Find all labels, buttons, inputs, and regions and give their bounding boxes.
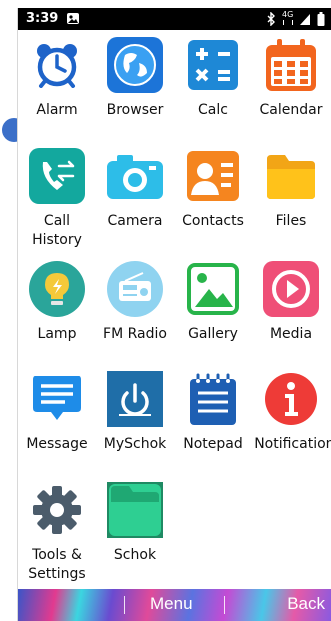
app-label: Call History: [32, 213, 82, 248]
notepad-icon: [185, 371, 241, 427]
app-label: Media: [269, 326, 313, 342]
app-label: Calendar: [259, 102, 323, 118]
status-bar: 3:39 4G: [18, 8, 331, 30]
status-time: 3:39: [26, 11, 59, 26]
divider: [124, 596, 125, 614]
globe-icon: [107, 37, 163, 93]
menu-button[interactable]: Menu: [150, 594, 193, 614]
message-icon: [29, 371, 85, 427]
power-icon: [107, 371, 163, 427]
divider: [224, 596, 225, 614]
battery-icon: [317, 12, 325, 26]
bluetooth-icon: [267, 12, 275, 26]
phone-screen: 3:39 4G Alarm Browser Calc Calendar Call…: [18, 8, 331, 621]
app-label: Message: [26, 436, 88, 452]
contacts-icon: [185, 148, 241, 204]
folder-icon: [263, 148, 319, 204]
app-label: Notepad: [183, 436, 243, 452]
gallery-icon: [185, 261, 241, 317]
app-label: Schok: [113, 547, 157, 563]
app-label: Tools & Settings: [28, 547, 86, 582]
info-icon: [263, 371, 319, 427]
app-label: FM Radio: [103, 326, 167, 342]
radio-icon: [107, 261, 163, 317]
alarm-clock-icon: [29, 37, 85, 93]
calculator-icon: [185, 37, 241, 93]
gear-icon: [29, 482, 85, 538]
app-label: Lamp: [37, 326, 77, 342]
call-history-icon: [29, 148, 85, 204]
image-icon: [67, 13, 79, 24]
signal-icon: [300, 14, 310, 25]
app-label: Alarm: [36, 102, 78, 118]
lamp-icon: [29, 261, 85, 317]
lte-label: 4G: [282, 10, 294, 19]
app-label: Calc: [198, 102, 228, 118]
bottom-softkey-bar: Menu Back: [18, 589, 331, 621]
play-icon: [263, 261, 319, 317]
app-label: Files: [275, 213, 307, 229]
app-label: Gallery: [188, 326, 238, 342]
lte-4g-icon: 4G: [282, 11, 293, 27]
app-label: MySchok: [103, 436, 167, 452]
app-label: Notifications: [254, 436, 331, 452]
back-button[interactable]: Back: [287, 594, 325, 614]
calendar-icon: [263, 37, 319, 93]
app-label: Camera: [107, 213, 163, 229]
camera-icon: [107, 148, 163, 204]
app-label: Contacts: [182, 213, 244, 229]
schok-folder-icon: [107, 482, 163, 538]
app-label: Browser: [106, 102, 164, 118]
